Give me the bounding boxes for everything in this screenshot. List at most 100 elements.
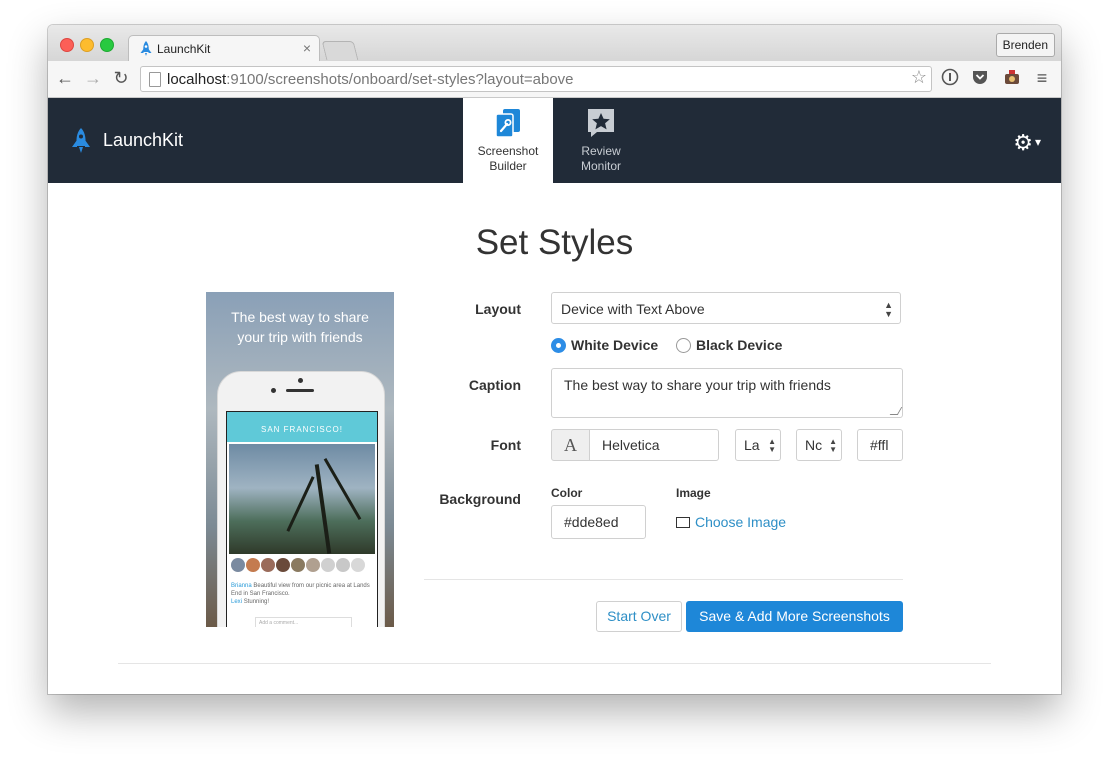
radio-white-label: White Device <box>571 337 659 353</box>
avatar <box>306 558 320 572</box>
device-frame: SAN FRANCISCO! Brianna Beautiful view fr… <box>217 371 385 627</box>
avatar <box>321 558 335 572</box>
new-tab-button[interactable] <box>321 41 359 60</box>
tab-screenshot-builder-label: Screenshot Builder <box>463 144 553 174</box>
preview-caption-line2: your trip with friends <box>237 329 363 345</box>
font-size-select[interactable]: La ▲ ▼ <box>735 429 781 461</box>
url-path: :9100/screenshots/onboard/set-styles?lay… <box>226 71 574 88</box>
font-weight-select[interactable]: Nc ▲ ▼ <box>796 429 842 461</box>
url-host: localhost <box>167 71 227 88</box>
avatar <box>276 558 290 572</box>
layout-label: Layout <box>475 301 521 317</box>
tree-branch <box>286 476 315 532</box>
browser-window: LaunchKit × Brenden ← → ↻ localhost:9100… <box>48 25 1061 694</box>
font-icon: A <box>551 429 590 461</box>
city-title: SAN FRANCISCO! <box>260 425 343 434</box>
app-navbar: LaunchKit Screenshot Builder Review Moni… <box>48 98 1061 183</box>
comment: Brianna Beautiful view from our picnic a… <box>231 582 371 606</box>
save-add-more-button[interactable]: Save & Add More Screenshots <box>686 601 903 632</box>
reload-icon[interactable]: ↻ <box>110 67 132 89</box>
device-screen: SAN FRANCISCO! Brianna Beautiful view fr… <box>226 411 378 627</box>
address-bar[interactable]: localhost:9100/screenshots/onboard/set-s… <box>140 66 932 92</box>
minimize-window-button[interactable] <box>80 38 94 52</box>
resize-handle-icon[interactable] <box>889 407 903 415</box>
tab-label-line2: Builder <box>489 159 527 173</box>
select-arrows-icon: ▲ ▼ <box>884 300 893 319</box>
tab-close-icon[interactable]: × <box>303 40 311 56</box>
footer-divider <box>118 663 991 664</box>
tab-review-monitor[interactable]: Review Monitor <box>556 98 646 183</box>
gear-icon: ⚙ <box>1013 130 1033 155</box>
tab-title: LaunchKit <box>157 42 211 56</box>
avatar <box>336 558 350 572</box>
preview-caption-line1: The best way to share <box>231 309 369 325</box>
forward-icon[interactable]: → <box>82 67 104 89</box>
image-icon <box>676 516 690 528</box>
tab-review-monitor-label: Review Monitor <box>556 144 646 174</box>
caret-down-icon: ▾ <box>1034 135 1041 149</box>
rocket-icon <box>140 41 152 56</box>
layout-select[interactable]: Device with Text Above ▲ ▼ <box>551 292 901 324</box>
avatar <box>261 558 275 572</box>
bookmark-star-icon[interactable]: ☆ <box>911 67 927 88</box>
comment-text: Beautiful view from our picnic area at L… <box>231 583 370 597</box>
tab-label-line2: Monitor <box>580 159 621 173</box>
reply-text: Stunning! <box>243 599 270 605</box>
tab-label-line1: Review <box>581 144 621 158</box>
caption-label: Caption <box>468 377 521 393</box>
tab-screenshot-builder[interactable]: Screenshot Builder <box>463 98 553 183</box>
reply-user: Lexi <box>231 599 243 605</box>
radio-checked-icon <box>551 338 566 353</box>
select-arrows-icon: ▲ ▼ <box>768 437 776 454</box>
launchkit-logo-icon <box>72 128 90 153</box>
tree-trunk <box>314 464 332 554</box>
choose-image-link[interactable]: Choose Image <box>676 514 786 530</box>
close-window-button[interactable] <box>60 38 74 52</box>
screenshot-preview: The best way to share your trip with fri… <box>206 292 394 627</box>
color-label: Color <box>551 486 583 500</box>
font-color-input[interactable]: #ffl <box>857 429 903 461</box>
image-label: Image <box>676 486 711 500</box>
radio-unchecked-icon <box>676 338 691 353</box>
extension-info-icon[interactable] <box>940 68 960 88</box>
browser-toolbar: ← → ↻ localhost:9100/screenshots/onboard… <box>48 61 1061 98</box>
back-icon[interactable]: ← <box>54 67 76 89</box>
device-camera <box>298 378 303 383</box>
page-title: Set Styles <box>475 223 634 262</box>
font-family-input[interactable]: Helvetica <box>589 429 719 461</box>
settings-menu[interactable]: ⚙ ▾ <box>1013 130 1041 156</box>
url-text: localhost:9100/screenshots/onboard/set-s… <box>167 71 574 88</box>
app-header: SAN FRANCISCO! <box>227 412 377 442</box>
device-sensor <box>271 388 276 393</box>
browser-tab[interactable]: LaunchKit × <box>128 35 320 62</box>
caption-textarea[interactable]: The best way to share your trip with fri… <box>551 368 903 418</box>
choose-image-text: Choose Image <box>695 514 787 530</box>
profile-button[interactable]: Brenden <box>995 33 1055 57</box>
zoom-window-button[interactable] <box>100 38 114 52</box>
background-color-input[interactable]: #dde8ed <box>551 505 646 539</box>
browser-tab-bar: LaunchKit × Brenden <box>48 25 1061 62</box>
extension-camera-icon[interactable] <box>1002 68 1022 88</box>
avatar <box>246 558 260 572</box>
avatar <box>291 558 305 572</box>
form-divider <box>424 579 903 580</box>
avatar-row <box>231 558 377 574</box>
pocket-icon[interactable] <box>970 68 990 88</box>
chrome-menu-icon[interactable]: ≡ <box>1032 68 1052 88</box>
avatar <box>231 558 245 572</box>
device-speaker <box>286 389 314 392</box>
avatar <box>351 558 365 572</box>
layout-select-value: Device with Text Above <box>561 301 705 317</box>
review-monitor-icon <box>588 109 614 137</box>
add-comment-field: Add a comment... <box>255 617 352 627</box>
font-label: Font <box>490 437 521 453</box>
photo <box>229 444 375 554</box>
start-over-button[interactable]: Start Over <box>596 601 682 632</box>
brand-name: LaunchKit <box>103 130 184 150</box>
main-content: Set Styles The best way to share your tr… <box>48 183 1061 694</box>
tree-branch <box>323 457 362 521</box>
preview-caption: The best way to share your trip with fri… <box>206 307 394 347</box>
background-label: Background <box>439 491 521 507</box>
page-icon <box>149 72 161 87</box>
font-size-value: La <box>744 437 760 453</box>
